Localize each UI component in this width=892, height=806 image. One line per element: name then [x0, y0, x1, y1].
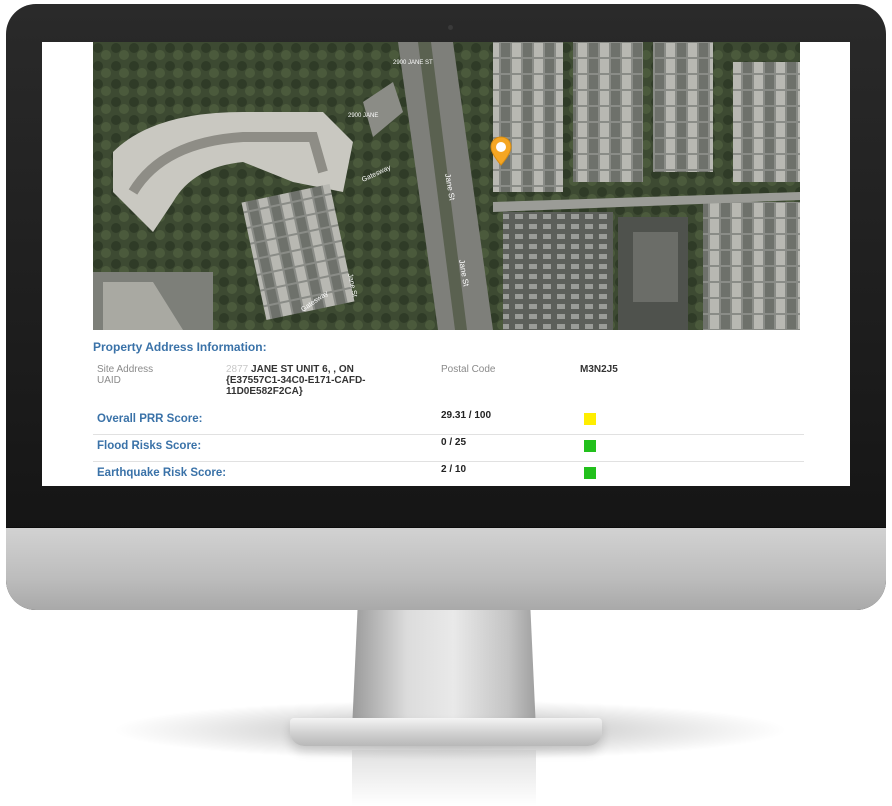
location-pin-icon[interactable] — [490, 136, 512, 166]
score-value: 2 / 10 — [441, 464, 467, 475]
postal-code-value: M3N2J5 — [580, 364, 618, 375]
address-number: 2877 — [226, 364, 249, 375]
address-street: JANE ST UNIT 6, , ON — [251, 364, 354, 375]
score-label: Earthquake Risk Score: — [97, 467, 227, 479]
screen: Jane St Jane St 2900 JANE ST 2900 JANE G… — [42, 42, 850, 486]
score-label: Flood Risks Score: — [97, 440, 202, 452]
monitor-chin — [6, 528, 886, 610]
camera-icon — [448, 25, 453, 30]
score-value: 0 / 25 — [441, 437, 467, 448]
uaid-label: UAID — [97, 375, 121, 386]
monitor-stand-base — [290, 718, 602, 746]
score-indicator — [584, 440, 596, 452]
site-address-value: 2877 JANE ST UNIT 6, , ON — [226, 364, 354, 375]
score-indicator — [584, 467, 596, 479]
site-address-label: Site Address — [97, 364, 154, 375]
score-row-overall: Overall PRR Score: 29.31 / 100 — [93, 407, 804, 435]
map-label: 2900 JANE — [348, 113, 378, 119]
uaid-value-line2: 11D0E582F2CA} — [226, 386, 303, 397]
map-label: 2900 JANE ST — [393, 60, 433, 66]
score-label: Overall PRR Score: — [97, 413, 203, 425]
score-indicator — [584, 413, 596, 425]
monitor-stand-neck — [352, 610, 536, 730]
score-row-earthquake: Earthquake Risk Score: 2 / 10 — [93, 461, 804, 486]
section-title: Property Address Information: — [93, 340, 267, 354]
stand-reflection — [352, 750, 536, 806]
uaid-value-line1: {E37557C1-34C0-E171-CAFD- — [226, 375, 366, 386]
satellite-imagery: Jane St Jane St 2900 JANE ST 2900 JANE G… — [93, 42, 800, 330]
score-value: 29.31 / 100 — [441, 410, 492, 421]
score-row-flood: Flood Risks Score: 0 / 25 — [93, 434, 804, 462]
postal-code-label: Postal Code — [441, 364, 496, 375]
satellite-map[interactable]: Jane St Jane St 2900 JANE ST 2900 JANE G… — [93, 42, 800, 330]
